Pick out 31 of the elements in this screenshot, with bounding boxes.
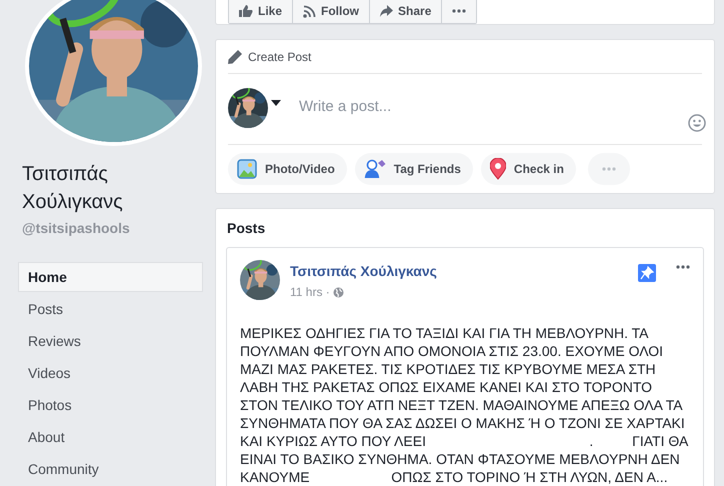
like-button[interactable]: Like [229, 0, 294, 23]
photo-button[interactable]: Photo/Video [228, 153, 347, 185]
nav-item[interactable]: Posts [18, 294, 203, 324]
page-handle: @tsitsipashools [22, 220, 131, 236]
composer-title: Create Post [248, 50, 312, 64]
post-input[interactable]: Write a post... [299, 98, 599, 115]
more-icon [602, 167, 616, 171]
section-title: Posts [227, 220, 266, 236]
post-text: ΜΕΡΙΚΕΣ ΟΔΗΓΙΕΣ ΓΙΑ ΤΟ ΤΑΞΙΔΙ ΚΑΙ ΓΙΑ ΤΗ ΜΕΒΛΟΥΡΝΗ. ΤΑ ΠΟΥΛΜΑΝ ΦΕΥΓΟΥΝ ΑΠΟ ΟΜΟΝΟΙΑ ΣΤΙΣ 23.00. ΕΧΟΥΜΕ ΟΛΟΙ ΜΑΖΙ ΜΑΣ ΡΑΚΕΤΕΣ. ΤΙΣ ΚΡΟΤΙΔΕΣ ΤΙΣ ΚΡΥΒΟΥΜΕ ΜΕΣΑ ΣΤΗ ΛΑΒΗ ΤΗΣ ΡΑΚΕΤΑΣ ΟΠΩΣ ΕΙΧΑΜΕ ΚΑΝΕΙ ΚΑΙ ΣΤΟ ΤΟΡΟΝΤΟ ΣΤΟΝ ΤΕΛΙΚΟ ΤΟΥ ΑΤΠ ΝΕΞΤ ΤΖΕΝ. ΜΑΘΑΙΝΟΥΜΕ ΑΠΕΞΩ ΟΛΑ ΤΑ ΣΥΝΘΗΜΑΤΑ ΠΟΥ ΘΑ ΣΑΣ ΔΩΣΕΙ Ο ΜΑΚΗΣ Ή Ο ΤΖΟΝΙ ΣΕ ΧΑΡΤΑΚΙ ΚΑΙ ΚΥΡΙΩΣ ΑΥΤΟ ΠΟΥ ΛΕΕΙ . ΓΙΑΤΙ ΘΑ ΕΙΝΑΙ ΤΟ ΒΑΣΙΚΟ ΣΥΝΘΗΜΑ. ΟΤΑΝ ΦΤΑΣΟΥΜΕ ΜΕΒΛΟΥΡΝΗ ΔΕΝ ΚΑΝΟΥΜΕ ΟΠΩΣ ΣΤΟ ΤΟΡΙΝΟ Ή ΣΤΗ ΛΥΩΝ, ΔΕΝ Α... [240, 324, 690, 486]
nav-item[interactable]: Home [18, 262, 203, 292]
share-arrow-icon [380, 5, 394, 17]
more-icon [452, 9, 466, 13]
tag-button[interactable]: Tag Friends [354, 153, 473, 185]
globe-icon [332, 286, 344, 298]
person-tag-icon [364, 159, 386, 179]
checkin-button[interactable]: Check in [480, 153, 576, 185]
nav-item[interactable]: Community [18, 454, 203, 484]
location-pin-icon [490, 158, 506, 180]
image-icon [237, 159, 257, 179]
pencil-icon [228, 50, 242, 64]
page-name: Τσιτσιπάς Χούλιγκανς [22, 162, 124, 215]
nav-item[interactable]: Videos [18, 358, 203, 388]
nav-item[interactable]: About [18, 422, 203, 452]
emoji-icon [688, 114, 706, 132]
nav-item[interactable]: Photos [18, 390, 203, 420]
author-name[interactable]: Τσιτσιπάς Χούλιγκανς [290, 263, 628, 279]
like-icon [239, 5, 253, 17]
caret-icon [271, 100, 281, 106]
more-icon[interactable] [676, 265, 690, 269]
nav-item[interactable]: Reviews [18, 326, 203, 356]
rss-icon [303, 4, 316, 18]
